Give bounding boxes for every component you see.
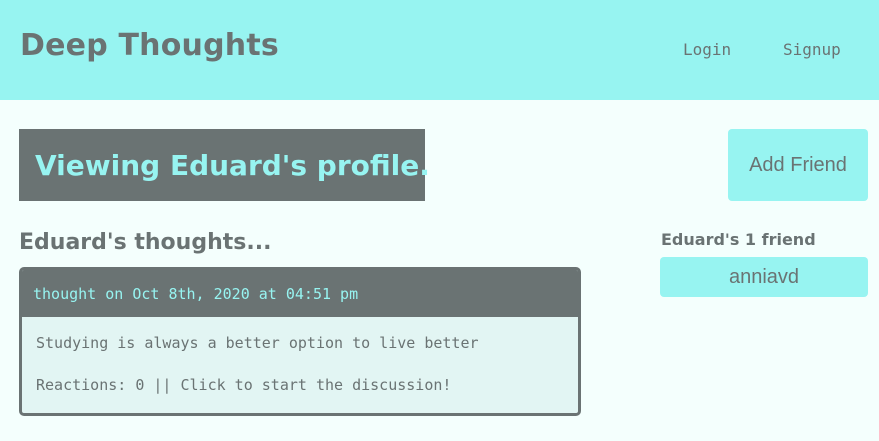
thought-card-body: Studying is always a better option to li… [22, 317, 578, 394]
thoughts-heading: Eduard's thoughts... [19, 230, 272, 255]
add-friend-button[interactable]: Add Friend [728, 129, 868, 201]
profile-banner: Viewing Eduard's profile. [19, 129, 430, 201]
thought-card: thought on Oct 8th, 2020 at 04:51 pm Stu… [19, 267, 581, 416]
nav-login-link[interactable]: Login [683, 40, 731, 59]
site-logo-title[interactable]: Deep Thoughts [20, 28, 279, 63]
friends-heading: Eduard's 1 friend [661, 230, 816, 249]
friend-link-anniavd[interactable]: anniavd [660, 257, 868, 297]
thought-text: Studying is always a better option to li… [36, 334, 479, 352]
nav-signup-link[interactable]: Signup [783, 40, 841, 59]
site-header: Deep Thoughts Login Signup [0, 0, 879, 100]
thought-reactions-link[interactable]: Reactions: 0 || Click to start the discu… [36, 376, 564, 394]
thought-meta[interactable]: thought on Oct 8th, 2020 at 04:51 pm [33, 285, 358, 303]
profile-banner-text: Viewing Eduard's profile. [35, 148, 430, 182]
thought-card-header: thought on Oct 8th, 2020 at 04:51 pm [22, 270, 578, 317]
